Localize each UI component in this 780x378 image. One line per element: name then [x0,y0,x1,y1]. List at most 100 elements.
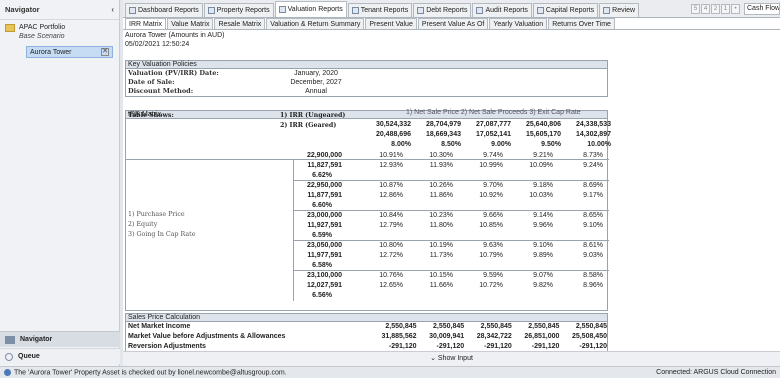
sales-row-value: 31,885,562 [381,333,417,340]
report-icon [476,7,484,14]
irr-geared-cell: 12.72% [379,252,403,259]
portfolio-name: APAC Portfolio [19,24,66,31]
irr-ungeared-cell: 10.30% [429,152,453,159]
row-label: 2) Equity [128,221,158,228]
tab-valuation-reports[interactable]: Valuation Reports [274,1,347,17]
irr-geared-cell: 12.93% [379,162,403,169]
pager-button[interactable]: • [731,4,740,14]
irr-geared-cell: 10.92% [479,192,503,199]
irr-ungeared-cell: 9.59% [483,272,503,279]
tab-tenant-reports[interactable]: Tenant Reports [347,3,413,17]
pager-button[interactable]: 4 [701,4,710,14]
subtab-resale-matrix[interactable]: Resale Matrix [214,18,266,29]
cash-flow-select[interactable]: Cash Flow [744,3,780,15]
tab-audit-reports[interactable]: Audit Reports [472,3,532,17]
property-name: Aurora Tower [30,48,72,56]
irr-ungeared-cell: 10.76% [379,272,403,279]
tab-review[interactable]: Review [599,3,640,17]
sales-row-value: -291,120 [579,343,607,350]
navigator-tab[interactable]: Navigator [0,331,120,347]
report-datetime: 05/02/2021 12:50:24 [125,41,190,48]
property-item[interactable]: Aurora Tower ✕ [26,46,113,58]
report-title: Aurora Tower (Amounts in AUD) [125,32,225,39]
subtab-returns-over-time[interactable]: Returns Over Time [548,18,615,29]
pager-button[interactable]: 5 [691,4,700,14]
sales-row-value: 28,342,722 [476,333,512,340]
sales-row-value: 2,550,845 [575,323,607,330]
column-header-value: 10.00% [587,141,611,148]
column-header-value: 17,052,141 [475,131,511,138]
irr-ungeared-cell: 10.26% [429,182,453,189]
report-tabs: Dashboard Reports Property Reports Valua… [123,0,780,18]
column-header-value: 9.00% [491,141,511,148]
report-icon [207,7,215,14]
subtab-irr-matrix[interactable]: IRR Matrix [125,18,167,29]
irr-geared-cell: 9.17% [583,192,603,199]
purchase-price: 22,950,000 [306,182,342,189]
navigator-icon [5,335,15,344]
tab-debt-reports[interactable]: Debt Reports [413,3,472,17]
sales-row: Market Value before Adjustments & Allowa… [126,332,607,342]
tab-dashboard-reports[interactable]: Dashboard Reports [125,3,203,17]
purchase-price: 23,100,000 [306,272,342,279]
subtab-yearly-valuation[interactable]: Yearly Valuation [489,18,548,29]
irr-geared-cell: 11.66% [429,282,453,289]
equity: 11,877,591 [307,192,342,199]
portfolio-node[interactable]: APAC Portfolio Base Scenario [0,20,119,44]
report-icon [278,6,286,13]
purchase-price: 22,900,000 [306,152,342,159]
tab-label: Tenant Reports [360,7,409,14]
sales-row-value: 30,009,941 [429,333,465,340]
show-input-button[interactable]: ⌄ Show Input [123,351,780,366]
close-icon[interactable]: ✕ [101,48,109,56]
column-header-value: 24,338,533 [575,121,611,128]
sales-row: Net Market Income 2,550,845 2,550,845 2,550… [126,322,607,332]
sales-row-label: Market Value before Adjustments & Allowa… [128,333,286,340]
scenario-name: Base Scenario [19,33,65,40]
sales-row-value: -291,120 [484,343,512,350]
irr-geared-cell: 10.99% [479,162,503,169]
going-in-cap-rate: 6.58% [312,262,332,269]
pager-button[interactable]: 1 [721,4,730,14]
subtab-present-value[interactable]: Present Value [365,18,417,29]
tab-property-reports[interactable]: Property Reports [203,3,274,17]
tab-label: Dashboard Reports [138,7,199,14]
column-header-value: 25,640,806 [525,121,561,128]
column-heading: 1) Net Sale Price 2) Net Sale Proceeds 3… [406,109,581,116]
policy-value: December, 2027 [290,79,342,86]
queue-tab[interactable]: Queue [0,348,120,364]
sales-row-value: -291,120 [388,343,417,350]
column-header-value: 20,488,696 [375,131,411,138]
collapse-icon[interactable]: ‹ [111,5,114,14]
irr-ungeared-cell: 10.19% [429,242,453,249]
policy-value: Annual [305,88,327,95]
policy-row: Discount Method: Annual [126,87,607,96]
column-header-value: 9.50% [541,141,561,148]
column-header-value: 8.00% [391,141,411,148]
subtab-value-matrix[interactable]: Value Matrix [167,18,214,29]
irr-ungeared-cell: 9.14% [533,212,553,219]
irr-ungeared-cell: 9.10% [533,242,553,249]
policy-row: Date of Sale: December, 2027 [126,78,607,87]
subtab-present-value-as-of[interactable]: Present Value As Of [417,18,489,29]
irr-geared-cell: 11.86% [429,192,453,199]
report-header: Aurora Tower (Amounts in AUD) 05/02/2021… [125,31,224,49]
irr-geared-cell: 9.89% [533,252,553,259]
irr-geared-cell: 11.80% [429,222,453,229]
going-in-cap-rate: 6.56% [312,292,332,299]
irr-ungeared-cell: 9.70% [483,182,503,189]
irr-geared-cell: 8.96% [583,282,603,289]
status-bar: The 'Aurora Tower' Property Asset is che… [0,366,780,378]
pager-button[interactable]: 2 [711,4,720,14]
tab-capital-reports[interactable]: Capital Reports [532,3,599,17]
report-viewer[interactable]: Aurora Tower (Amounts in AUD) 05/02/2021… [123,31,780,351]
irr-ungeared-cell: 9.63% [483,242,503,249]
irr-geared-cell: 9.96% [533,222,553,229]
tab-label: Review [612,7,636,14]
policy-label: Discount Method: [128,87,194,95]
irr-ungeared-cell: 9.74% [483,152,503,159]
policy-label: Date of Sale: [128,78,175,86]
subtab-valuation-return-summary[interactable]: Valuation & Return Summary [266,18,365,29]
column-header-value: 18,669,343 [425,131,461,138]
irr-geared-cell: 11.93% [429,162,453,169]
